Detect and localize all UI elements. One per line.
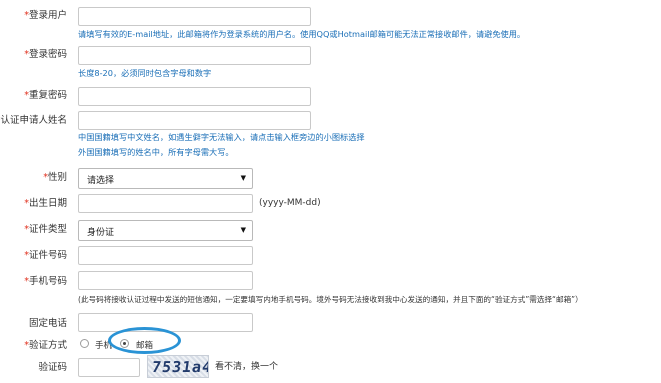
captcha-input[interactable] [78,358,140,377]
verify-method-label: *验证方式 [24,340,67,351]
captcha-label: 验证码 [38,362,67,373]
username-hint: 请填写有效的E-mail地址，此邮箱将作为登录系统的用户名。使用QQ或Hotma… [78,29,526,39]
captcha-image[interactable]: 7531a4 [147,355,209,378]
id-type-label: *证件类型 [24,224,67,235]
password-label: *登录密码 [24,49,67,60]
refresh-captcha-link[interactable]: 看不清，换一个 [215,359,278,372]
name-hint-line1: 中国国籍填写中文姓名，如遇生僻字无法输入，请点击输入框旁边的小图标选择 [78,132,365,142]
name-hint-line2: 外国国籍填写的姓名中，所有字母需大写。 [78,147,234,157]
landline-label: 固定电话 [28,318,67,329]
mobile-input[interactable] [78,271,253,290]
captcha-text: 7531a4 [150,358,209,376]
email-option-highlight [108,327,181,354]
applicant-name-input[interactable] [78,111,311,130]
id-number-label: *证件号码 [24,250,67,261]
radio-mobile[interactable] [80,339,89,348]
birth-date-input[interactable] [78,194,253,213]
password-hint: 长度8-20，必须同时包含字母和数字 [78,68,212,78]
gender-selected-value: 请选择 [87,176,115,186]
chevron-down-icon: ▼ [240,226,246,234]
chevron-down-icon: ▼ [240,174,246,182]
birth-date-label: *出生日期 [24,198,67,209]
id-number-input[interactable] [78,246,253,265]
id-type-selected-value: 身份证 [87,228,115,238]
gender-select[interactable]: 请选择 ▼ [78,168,253,189]
username-label: *登录用户 [24,10,67,21]
username-input[interactable] [78,7,311,26]
applicant-name-label: *认证申请人姓名 [0,115,67,126]
birth-date-format-hint: (yyyy-MM-dd) [259,198,321,208]
mobile-label: *手机号码 [24,276,67,287]
confirm-password-label: *重复密码 [24,90,67,101]
confirm-password-input[interactable] [78,87,311,106]
gender-label: *性别 [43,172,67,183]
mobile-hint: (此号码将接收认证过程中发送的短信通知，一定要填写内地手机号码。境外号码无法接收… [78,295,583,304]
id-type-select[interactable]: 身份证 ▼ [78,220,253,241]
password-input[interactable] [78,46,311,65]
